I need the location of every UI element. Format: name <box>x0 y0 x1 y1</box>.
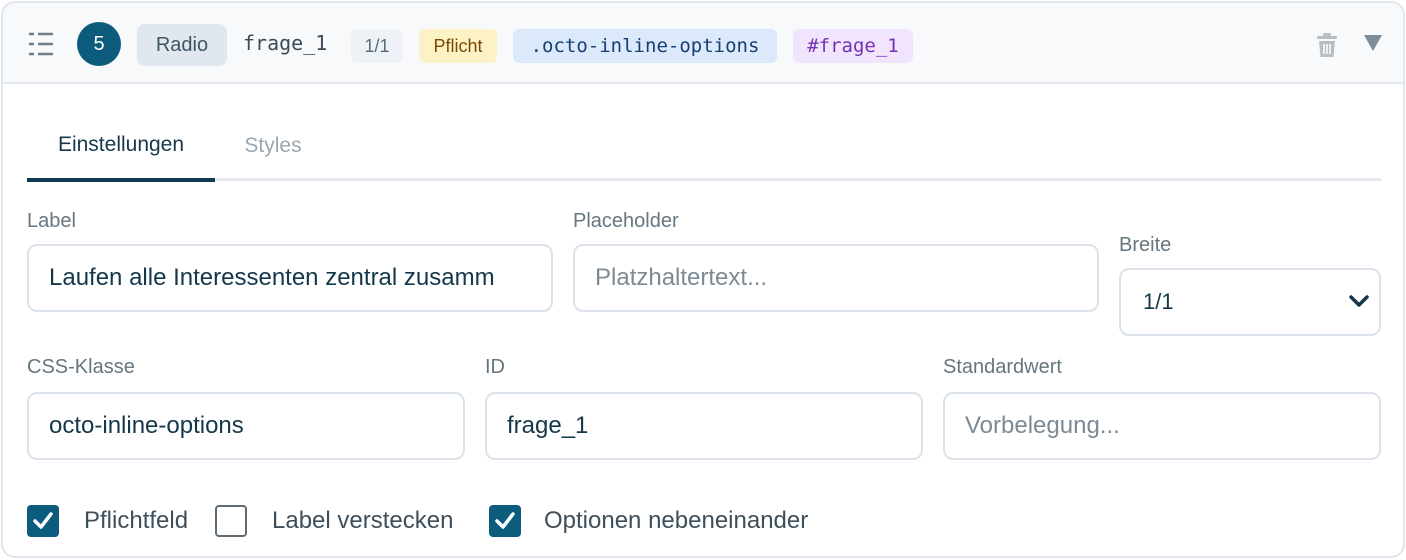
field-type-badge: Radio <box>137 24 227 66</box>
width-select-value: 1/1 <box>1143 289 1174 314</box>
width-select[interactable]: 1/1 <box>1119 268 1381 336</box>
field-name: frage_1 <box>243 31 328 55</box>
placeholder-input[interactable] <box>573 244 1099 312</box>
label-field-label: Label <box>27 210 76 232</box>
width-field-label: Breite <box>1119 234 1172 256</box>
field-card: 5 Radio frage_1 1/1 Pflicht .octo-inline… <box>1 1 1405 558</box>
default-field-label: Standardwert <box>943 356 1062 378</box>
css-class-input[interactable] <box>27 392 465 460</box>
id-input[interactable] <box>485 392 923 460</box>
tab-einstellungen[interactable]: Einstellungen <box>27 111 215 182</box>
inline-options-checkbox[interactable] <box>489 505 521 537</box>
label-input[interactable] <box>27 244 553 312</box>
id-badge: #frage_1 <box>793 29 913 63</box>
trash-icon[interactable] <box>1316 33 1338 57</box>
tab-bar: Einstellungen Styles <box>27 111 1382 182</box>
hide-label-checkbox-label[interactable]: Label verstecken <box>272 507 453 535</box>
default-value-input[interactable] <box>943 392 1381 460</box>
css-class-badge: .octo-inline-options <box>513 29 777 63</box>
required-checkbox[interactable] <box>27 505 59 537</box>
field-header[interactable]: 5 Radio frage_1 1/1 Pflicht .octo-inline… <box>3 3 1403 84</box>
css-class-field-label: CSS-Klasse <box>27 356 135 378</box>
required-badge: Pflicht <box>419 29 497 63</box>
chevron-down-icon <box>1349 295 1369 307</box>
collapse-triangle-icon[interactable] <box>1364 35 1382 51</box>
field-number-badge: 5 <box>77 22 121 66</box>
id-field-label: ID <box>485 356 505 378</box>
tab-styles[interactable]: Styles <box>215 111 331 181</box>
placeholder-field-label: Placeholder <box>573 210 679 232</box>
inline-options-checkbox-label[interactable]: Optionen nebeneinander <box>544 507 808 535</box>
drag-handle-icon[interactable] <box>28 31 54 57</box>
checkmark-icon <box>33 512 53 529</box>
required-checkbox-label[interactable]: Pflichtfeld <box>84 507 188 535</box>
checkmark-icon <box>495 512 515 529</box>
hide-label-checkbox[interactable] <box>215 505 247 537</box>
width-badge: 1/1 <box>351 29 403 63</box>
